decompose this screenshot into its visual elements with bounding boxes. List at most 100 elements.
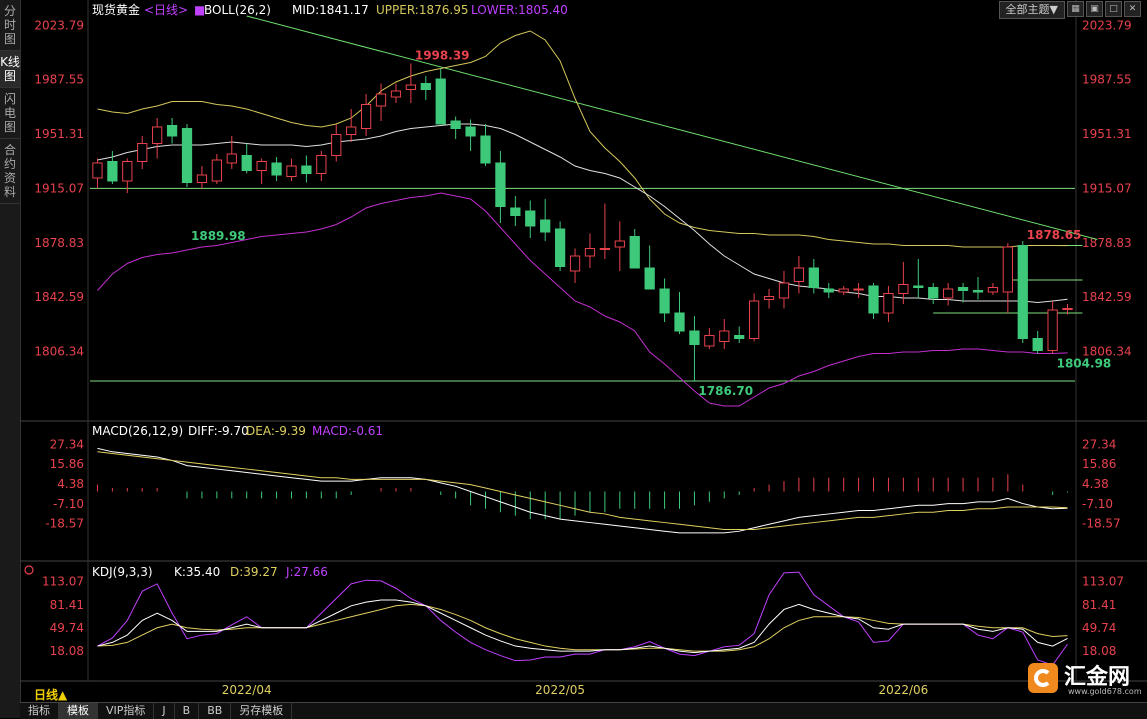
- candle-body: [763, 296, 775, 300]
- theme-dropdown[interactable]: 全部主题▼: [998, 1, 1065, 19]
- date-axis-label: 2022/05: [535, 683, 585, 697]
- candle-body: [331, 134, 342, 156]
- extreme-price-label: 1889.98: [191, 229, 246, 243]
- macd-dea-line: [97, 451, 1068, 530]
- price-tick-left: 1915.07: [34, 181, 84, 195]
- candle-body: [375, 93, 387, 107]
- candle-body: [569, 255, 581, 272]
- candle-body: [808, 267, 819, 288]
- macd-macd-value: MACD:-0.61: [312, 424, 383, 438]
- tab-save-template[interactable]: 另存模板: [231, 703, 293, 719]
- period-tag: <日线>: [144, 3, 188, 17]
- boll-lower-line: [97, 192, 1068, 407]
- window-controls: 全部主题▼ ▦ ▣ □ ✕: [998, 1, 1141, 19]
- candle-body: [659, 288, 670, 314]
- price-tick-right: 1915.07: [1082, 181, 1132, 195]
- kdj-tick-left: 18.08: [50, 644, 84, 658]
- tab-vip-indicator[interactable]: VIP指标: [98, 703, 155, 719]
- candle-body: [957, 287, 969, 291]
- macd-diff-value: DIFF:-9.70: [188, 424, 249, 438]
- sidebar-tab-kline[interactable]: K线图: [0, 51, 20, 88]
- candle-body: [226, 153, 237, 164]
- extreme-price-label: 1804.98: [1057, 357, 1112, 371]
- kdj-tick-right: 81.41: [1082, 598, 1116, 612]
- candle-body: [286, 165, 297, 177]
- sidebar-tab-timeshare[interactable]: 分时图: [0, 0, 20, 51]
- macd-tick-right: -18.57: [1082, 517, 1121, 531]
- candle-body: [928, 287, 939, 299]
- candle-body: [450, 120, 461, 129]
- candle-body: [689, 330, 700, 345]
- candle-body: [913, 285, 924, 288]
- watermark-name: 汇金网: [1064, 665, 1131, 690]
- macd-tick-right: 15.86: [1082, 457, 1116, 471]
- kdj-d-line: [97, 603, 1068, 652]
- kline-chart-area[interactable]: 2023.79 2023.79 1987.55 1987.55 1951.31 1951.…: [20, 0, 1147, 702]
- sidebar: 分时图 K线图 闪电图 合约资料: [0, 0, 21, 718]
- candle-body: [704, 335, 715, 347]
- close-icon[interactable]: ✕: [1124, 1, 1141, 17]
- watermark-logo: 汇金网 www.gold678.com: [1028, 663, 1142, 696]
- candle-body: [719, 330, 730, 342]
- macd-tick-left: -7.10: [53, 497, 84, 511]
- tab-template[interactable]: 模板: [59, 703, 98, 719]
- candle-body: [629, 236, 640, 269]
- tab-b[interactable]: B: [175, 703, 200, 719]
- candle-body: [898, 284, 909, 294]
- boll-lower-value: LOWER:1805.40: [471, 3, 568, 17]
- macd-tick-right: 4.38: [1082, 477, 1109, 491]
- price-tick-left: 1951.31: [34, 127, 84, 141]
- tab-bb[interactable]: BB: [199, 703, 232, 719]
- macd-tick-left: 15.86: [50, 457, 84, 471]
- candle-body: [838, 288, 849, 293]
- price-tick-left: 2023.79: [34, 18, 84, 32]
- boll-upper-value: UPPER:1876.95: [376, 3, 468, 17]
- candle-body: [943, 288, 954, 299]
- candle-body: [495, 162, 506, 207]
- candle-body: [152, 126, 163, 144]
- date-axis-label: 2022/04: [222, 683, 272, 697]
- price-tick-right: 2023.79: [1082, 18, 1132, 32]
- candle-body: [107, 161, 118, 182]
- candle-body: [1062, 308, 1073, 310]
- maximize-icon[interactable]: □: [1105, 1, 1122, 17]
- candle-body: [92, 162, 103, 179]
- extreme-price-label: 1878.65: [1027, 228, 1082, 242]
- kdj-tick-right: 18.08: [1082, 644, 1116, 658]
- kdj-tick-left: 81.41: [50, 598, 84, 612]
- candle-body: [749, 300, 760, 339]
- restore-icon[interactable]: ▣: [1086, 1, 1103, 17]
- tab-indicator[interactable]: 指标: [20, 703, 59, 719]
- candle-body: [853, 288, 864, 291]
- grid-icon[interactable]: ▦: [1067, 1, 1084, 17]
- candle-body: [644, 267, 655, 290]
- candle-body: [241, 155, 252, 171]
- candle-body: [525, 210, 536, 227]
- sidebar-tab-contract[interactable]: 合约资料: [0, 139, 20, 204]
- candle-body: [256, 161, 267, 171]
- sidebar-tab-flash[interactable]: 闪电图: [0, 88, 20, 139]
- candle-body: [480, 135, 491, 164]
- price-tick-left: 1878.83: [34, 236, 84, 250]
- period-selector[interactable]: 日线▲: [34, 686, 67, 703]
- candle-body: [793, 267, 805, 282]
- candle-body: [301, 165, 312, 174]
- kdj-label: KDJ(9,3,3): [92, 565, 153, 579]
- candle-body: [137, 143, 148, 162]
- candle-body: [614, 240, 625, 248]
- price-tick-left: 1842.59: [34, 290, 84, 304]
- candle-body: [435, 78, 446, 125]
- price-tick-right: 1987.55: [1082, 73, 1132, 87]
- candle-body: [1017, 245, 1028, 339]
- candle-body: [883, 293, 894, 314]
- kdj-tick-left: 49.74: [50, 621, 84, 635]
- instrument-name: 现货黄金: [92, 2, 140, 17]
- date-axis-label: 2022/06: [878, 683, 928, 697]
- tab-j[interactable]: J: [154, 703, 175, 719]
- extreme-price-label: 1786.70: [698, 384, 753, 398]
- candle-body: [346, 126, 357, 135]
- kdj-j-value: J:27.66: [285, 565, 328, 579]
- candle-body: [122, 161, 133, 182]
- candle-body: [1032, 338, 1043, 351]
- price-tick-left: 1987.55: [34, 73, 84, 87]
